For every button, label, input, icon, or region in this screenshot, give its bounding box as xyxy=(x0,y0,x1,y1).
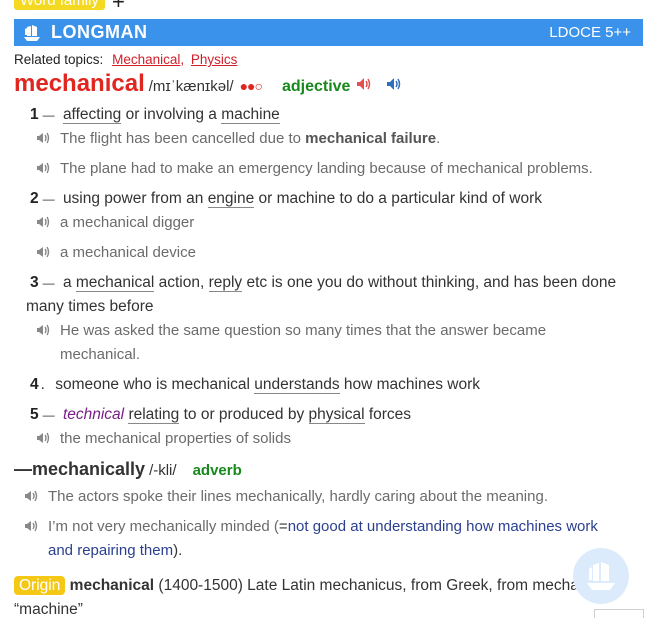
longman-banner: LONGMAN LDOCE 5++ xyxy=(14,19,643,46)
related-topics: Related topics: Mechanical, Physics xyxy=(14,52,237,67)
speaker-gray-icon[interactable] xyxy=(24,490,38,502)
sense-number: 4 xyxy=(30,376,39,393)
example-continued: and repairing them). xyxy=(48,539,182,563)
gloss-text: and repairing them xyxy=(48,542,174,559)
example-text: I’m not very mechanically minded ( xyxy=(48,518,279,535)
topic-separator: , xyxy=(180,52,185,67)
runon-headword: mechanically xyxy=(32,459,146,479)
example: I’m not very mechanically minded (=not g… xyxy=(25,515,598,539)
sense-def-text: or machine to do a particular kind of wo… xyxy=(254,190,542,207)
ship-logo-icon xyxy=(587,562,615,590)
sense-def-link[interactable]: physical xyxy=(308,406,365,424)
topic-link-physics[interactable]: Physics xyxy=(191,52,238,67)
example-text: a mechanical digger xyxy=(60,214,195,231)
speaker-gray-icon[interactable] xyxy=(36,246,50,258)
ship-logo-icon xyxy=(24,24,40,41)
sense-def-text: someone who is mechanical xyxy=(55,376,255,393)
speaker-gray-icon[interactable] xyxy=(36,162,50,174)
sense-number: 5 xyxy=(30,406,39,423)
sense-def-text: using power from an xyxy=(62,190,208,207)
sense-number: 1 xyxy=(30,106,39,123)
sense-def-link[interactable]: relating xyxy=(128,406,180,424)
example-text: mechanical. xyxy=(60,346,141,363)
example-text: the mechanical properties of solids xyxy=(60,430,291,447)
example: The plane had to make an emergency landi… xyxy=(37,157,593,181)
plus-icon[interactable]: + xyxy=(112,0,125,13)
gloss-equals: = xyxy=(278,518,288,535)
sense-def-link[interactable]: machine xyxy=(221,106,280,124)
sense-def-text: forces xyxy=(364,406,412,423)
sense-3: 3— a mechanical action, reply etc is one… xyxy=(30,274,617,292)
runon-part-of-speech: adverb xyxy=(192,462,242,479)
sense-def-text: action, xyxy=(154,274,209,291)
headword: mechanical xyxy=(14,70,145,97)
example-text: The flight has been cancelled due to xyxy=(60,130,306,147)
word-family-tab[interactable]: Word family xyxy=(14,0,105,10)
example: He was asked the same question so many t… xyxy=(37,319,547,343)
example-continued: mechanical. xyxy=(60,343,140,367)
speaker-gray-icon[interactable] xyxy=(24,520,38,532)
gloss-text: not good at understanding how machines w… xyxy=(287,518,598,535)
sense-1: 1— affecting or involving a machine xyxy=(30,106,280,124)
banner-title: LONGMAN xyxy=(51,22,148,42)
example-text: He was asked the same question so many t… xyxy=(60,322,547,339)
sense-def-text: many times before xyxy=(26,298,154,315)
sense-def-text: to or produced by xyxy=(179,406,309,423)
sense-number: 3 xyxy=(30,274,39,291)
example: a mechanical digger xyxy=(37,211,195,235)
example-text: . xyxy=(436,130,441,147)
pronunciation: /mɪˈkænɪkəl/ xyxy=(148,78,234,95)
speaker-gray-icon[interactable] xyxy=(36,132,50,144)
sense-def-link[interactable]: mechanical xyxy=(75,274,155,292)
sense-3-continued: many times before xyxy=(26,295,154,319)
example-text: a mechanical device xyxy=(60,244,196,261)
sense-def-link[interactable]: understands xyxy=(254,376,340,394)
sense-def-text: how machines work xyxy=(339,376,481,393)
banner-edition: LDOCE 5++ xyxy=(549,24,631,41)
runon-dash: — xyxy=(14,459,32,479)
corner-widget xyxy=(594,609,644,618)
sense-def-text: etc is one you do without thinking, and … xyxy=(242,274,617,291)
sense-def-link[interactable]: reply xyxy=(208,274,243,292)
runon-pronunciation: /-kli/ xyxy=(149,462,177,479)
example: a mechanical device xyxy=(37,241,196,265)
example: the mechanical properties of solids xyxy=(37,427,291,451)
example-tail: ). xyxy=(173,542,183,559)
origin-label: Origin xyxy=(14,576,66,595)
related-topics-label: Related topics: xyxy=(14,52,104,67)
speaker-red-icon[interactable] xyxy=(356,77,372,91)
sense-5: 5— technical relating to or produced by … xyxy=(30,406,412,424)
entry-headline: mechanical /mɪˈkænɪkəl/ ●●○ adjective xyxy=(14,70,402,100)
speaker-blue-icon[interactable] xyxy=(386,77,402,91)
sense-2: 2— using power from an engine or machine… xyxy=(30,190,542,208)
frequency-dots: ●●○ xyxy=(239,78,263,94)
speaker-gray-icon[interactable] xyxy=(36,324,50,336)
sense-4: 4. someone who is mechanical understands… xyxy=(30,376,481,394)
example: The actors spoke their lines mechanicall… xyxy=(25,485,548,509)
ship-logo-button[interactable] xyxy=(573,548,629,604)
example-text: The plane had to make an emergency landi… xyxy=(60,160,593,177)
origin-text: “machine” xyxy=(14,601,83,618)
example-text: The actors spoke their lines mechanicall… xyxy=(48,488,548,505)
topic-link-mechanical[interactable]: Mechanical xyxy=(112,52,180,67)
example-collocation: mechanical failure xyxy=(305,130,437,147)
speaker-gray-icon[interactable] xyxy=(36,216,50,228)
sense-def-link[interactable]: affecting xyxy=(62,106,122,124)
origin-word: mechanical xyxy=(69,577,155,594)
example: The flight has been cancelled due to mec… xyxy=(37,127,441,151)
sense-def-text: a xyxy=(62,274,76,291)
origin-text: (1400-1500) Late Latin mechanicus, from … xyxy=(154,577,597,594)
part-of-speech: adjective xyxy=(281,78,351,95)
sense-def-text: or involving a xyxy=(121,106,222,123)
sense-def-link[interactable]: engine xyxy=(207,190,255,208)
register-label: technical xyxy=(62,406,125,423)
etymology: Origin mechanical (1400-1500) Late Latin… xyxy=(14,574,614,618)
sense-number: 2 xyxy=(30,190,39,207)
speaker-gray-icon[interactable] xyxy=(36,432,50,444)
runon-entry: — mechanically /-kli/ adverb xyxy=(14,459,242,480)
